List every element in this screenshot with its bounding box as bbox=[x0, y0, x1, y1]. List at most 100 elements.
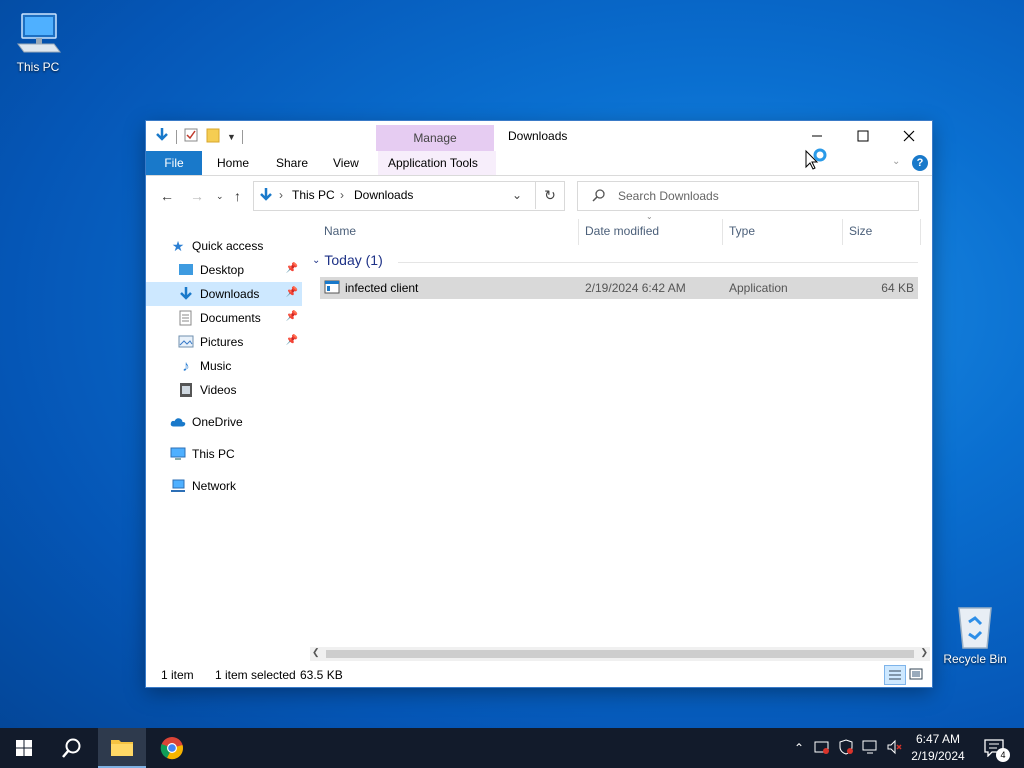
group-label: Today (1) bbox=[324, 252, 383, 268]
status-item-count: 1 item bbox=[161, 668, 194, 682]
breadcrumb-separator: › bbox=[279, 188, 283, 202]
close-button[interactable] bbox=[886, 121, 932, 151]
recycle-bin-icon bbox=[951, 602, 999, 650]
nav-onedrive[interactable]: OneDrive bbox=[146, 410, 302, 434]
security-icon[interactable] bbox=[814, 739, 830, 758]
tab-home[interactable]: Home bbox=[207, 151, 259, 175]
nav-videos[interactable]: Videos bbox=[146, 378, 302, 402]
computer-icon bbox=[14, 10, 62, 58]
title-bar: ▼ Manage Downloads bbox=[146, 121, 932, 170]
downloads-folder-icon bbox=[178, 286, 194, 302]
breadcrumb-separator: › bbox=[340, 188, 344, 202]
navigation-pane: ★ Quick access Desktop 📌 Downloads 📌 Doc… bbox=[146, 217, 306, 657]
nav-this-pc[interactable]: This PC bbox=[146, 442, 302, 466]
file-explorer-taskbar-button[interactable] bbox=[98, 728, 146, 768]
nav-label: Music bbox=[200, 359, 232, 373]
nav-desktop[interactable]: Desktop 📌 bbox=[146, 258, 302, 282]
action-center-button[interactable]: 4 bbox=[978, 728, 1018, 768]
documents-folder-icon bbox=[178, 310, 194, 326]
group-header-today[interactable]: ⌄ Today (1) bbox=[312, 252, 383, 268]
column-header-name[interactable]: Name bbox=[324, 221, 356, 241]
recent-locations-chevron-icon[interactable]: ⌄ bbox=[216, 191, 224, 202]
windows-logo-icon bbox=[16, 740, 32, 756]
nav-music[interactable]: ♪ Music bbox=[146, 354, 302, 378]
desktop-icon-this-pc[interactable]: This PC bbox=[0, 10, 76, 74]
new-folder-icon[interactable] bbox=[205, 127, 221, 146]
nav-label: OneDrive bbox=[192, 415, 243, 429]
desktop-icon-recycle-bin[interactable]: Recycle Bin bbox=[937, 602, 1013, 666]
file-explorer-window: ▼ Manage Downloads File Home Share View … bbox=[146, 121, 932, 687]
column-header-date-modified[interactable]: Date modified bbox=[585, 221, 659, 241]
maximize-button[interactable] bbox=[840, 121, 886, 151]
column-header-size[interactable]: Size bbox=[849, 221, 872, 241]
tab-manage[interactable]: Manage bbox=[376, 125, 494, 151]
properties-icon[interactable] bbox=[183, 127, 199, 146]
window-title: Downloads bbox=[508, 129, 568, 143]
clock-date: 2/19/2024 bbox=[911, 749, 965, 763]
address-bar[interactable]: › This PC › Downloads ⌄ bbox=[253, 181, 565, 211]
nav-label: Documents bbox=[200, 311, 261, 325]
scroll-right-icon[interactable]: ❯ bbox=[920, 647, 928, 658]
application-file-icon bbox=[324, 280, 340, 297]
nav-label: This PC bbox=[192, 447, 235, 461]
horizontal-scrollbar[interactable]: ❮ ❯ bbox=[310, 647, 930, 661]
music-folder-icon: ♪ bbox=[182, 357, 190, 375]
pin-icon: 📌 bbox=[285, 287, 298, 298]
pictures-folder-icon bbox=[178, 334, 194, 350]
cloud-icon bbox=[170, 414, 186, 430]
column-header-type[interactable]: Type bbox=[729, 221, 755, 241]
search-input[interactable]: Search Downloads bbox=[577, 181, 919, 211]
nav-documents[interactable]: Documents 📌 bbox=[146, 306, 302, 330]
chrome-taskbar-button[interactable] bbox=[148, 728, 196, 768]
status-bar: 1 item 1 item selected 63.5 KB bbox=[146, 663, 932, 687]
show-hidden-icons-chevron-icon[interactable]: ⌃ bbox=[790, 741, 808, 755]
file-row-infected-client[interactable]: infected client 2/19/2024 6:42 AM Applic… bbox=[320, 277, 918, 299]
tab-application-tools[interactable]: Application Tools bbox=[378, 151, 496, 175]
customize-toolbar-chevron-icon[interactable]: ▼ bbox=[227, 132, 236, 142]
nav-downloads[interactable]: Downloads 📌 bbox=[146, 282, 302, 306]
refresh-button[interactable]: ↻ bbox=[535, 181, 564, 209]
tab-file[interactable]: File bbox=[146, 151, 202, 175]
nav-network[interactable]: Network bbox=[146, 474, 302, 498]
scroll-left-icon[interactable]: ❮ bbox=[312, 647, 320, 658]
breadcrumb-this-pc[interactable]: This PC bbox=[292, 188, 335, 202]
defender-shield-icon[interactable] bbox=[838, 738, 854, 758]
status-size: 63.5 KB bbox=[300, 668, 343, 682]
help-icon[interactable]: ? bbox=[912, 155, 928, 171]
tab-view[interactable]: View bbox=[323, 151, 369, 175]
clock[interactable]: 6:47 AM 2/19/2024 bbox=[900, 731, 976, 765]
nav-quick-access[interactable]: ★ Quick access bbox=[170, 234, 326, 258]
pin-icon: 📌 bbox=[285, 263, 298, 274]
details-view-button[interactable] bbox=[884, 665, 906, 685]
notification-badge: 4 bbox=[996, 748, 1010, 762]
address-dropdown-chevron-icon[interactable]: ⌄ bbox=[512, 188, 522, 202]
collapse-chevron-icon: ⌄ bbox=[312, 254, 321, 266]
large-icons-view-button[interactable] bbox=[908, 666, 924, 685]
refresh-icon: ↻ bbox=[544, 186, 556, 203]
breadcrumb-downloads[interactable]: Downloads bbox=[354, 188, 413, 202]
nav-label: Videos bbox=[200, 383, 237, 397]
clock-time: 6:47 AM bbox=[915, 732, 961, 746]
expand-ribbon-chevron-icon[interactable]: ⌄ bbox=[892, 156, 900, 167]
forward-arrow-icon[interactable]: → bbox=[190, 188, 204, 204]
up-arrow-icon[interactable]: ↑ bbox=[234, 188, 241, 204]
column-separator bbox=[842, 219, 843, 245]
back-arrow-icon[interactable]: ← bbox=[160, 188, 174, 204]
tab-share[interactable]: Share bbox=[266, 151, 318, 175]
network-icon[interactable] bbox=[862, 739, 878, 758]
start-button[interactable] bbox=[0, 728, 48, 768]
desktop-folder-icon bbox=[178, 262, 194, 278]
search-icon bbox=[592, 188, 606, 205]
scrollbar-thumb[interactable] bbox=[326, 650, 914, 658]
nav-label: Network bbox=[192, 479, 237, 493]
system-tray: ⌃ bbox=[790, 728, 902, 768]
star-icon: ★ bbox=[171, 237, 185, 254]
sort-chevron-icon: ⌄ bbox=[646, 212, 653, 221]
download-arrow-icon bbox=[154, 127, 170, 146]
pin-icon: 📌 bbox=[285, 335, 298, 346]
nav-label: Desktop bbox=[200, 263, 245, 277]
search-button[interactable] bbox=[48, 728, 96, 768]
column-separator bbox=[578, 219, 579, 245]
address-row: ← → ⌄ ↑ › This PC › Downloads ⌄ ↻ Search… bbox=[146, 176, 932, 216]
nav-pictures[interactable]: Pictures 📌 bbox=[146, 330, 302, 354]
